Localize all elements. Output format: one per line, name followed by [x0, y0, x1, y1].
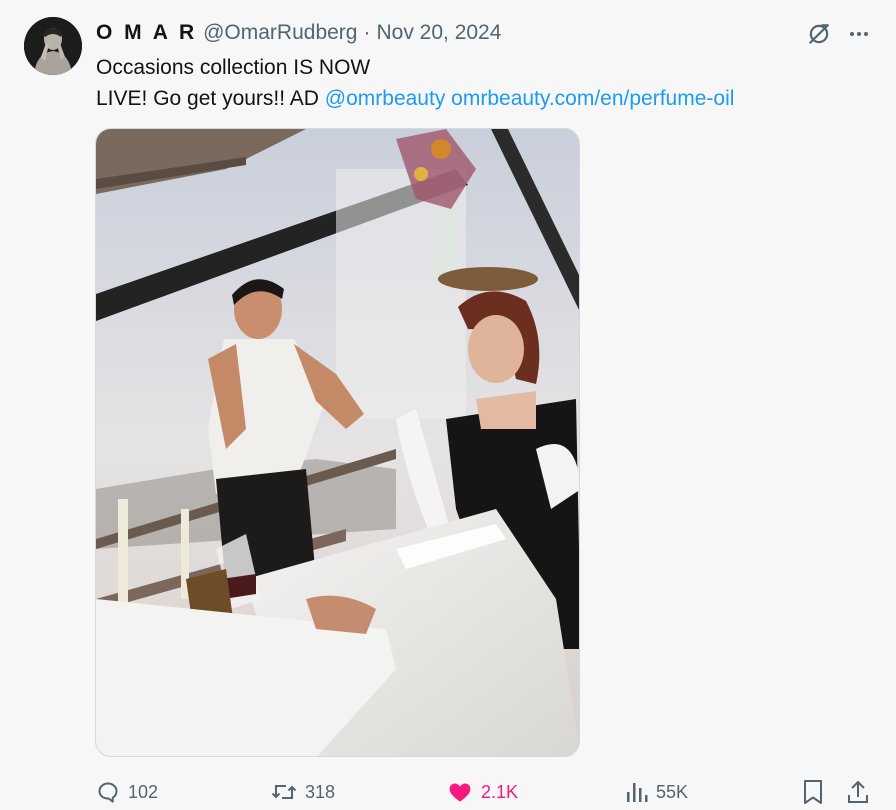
reply-icon: [98, 782, 118, 803]
reply-button[interactable]: 102: [96, 774, 158, 810]
tweet-photo[interactable]: [95, 128, 580, 757]
like-count: 2.1K: [481, 781, 519, 802]
reply-count: 102: [128, 781, 159, 802]
tweet-article[interactable]: O M A R @OmarRudberg · Nov 20, 2024 Occa…: [0, 0, 896, 810]
more-button[interactable]: [843, 19, 875, 49]
tweet-text: Occasions collection IS NOW LIVE! Go get…: [96, 52, 876, 114]
avatar-image: [24, 17, 82, 75]
display-name[interactable]: O M A R: [96, 21, 197, 45]
views-button[interactable]: 55K: [626, 774, 688, 810]
retweet-button[interactable]: 318: [271, 774, 335, 810]
mention-link[interactable]: @omrbeauty: [325, 87, 446, 110]
bookmark-button[interactable]: [802, 774, 824, 810]
retweet-icon: [271, 785, 297, 799]
separator-dot: ·: [363, 21, 371, 44]
grok-button[interactable]: [804, 19, 834, 49]
more-icon: [850, 32, 868, 36]
action-bar: 102 318 2.1K 55K: [0, 774, 896, 810]
avatar[interactable]: [24, 17, 82, 75]
grok-icon: [809, 24, 829, 44]
share-icon: [848, 780, 868, 803]
like-button[interactable]: 2.1K: [447, 774, 518, 810]
share-button[interactable]: [846, 774, 870, 810]
url-link[interactable]: omrbeauty.com/en/perfume-oil: [451, 87, 734, 110]
heart-icon: [449, 783, 471, 802]
user-handle[interactable]: @OmarRudberg: [203, 21, 357, 45]
tweet-header: O M A R @OmarRudberg · Nov 20, 2024: [96, 20, 501, 46]
retweet-count: 318: [305, 781, 336, 802]
photo-image: [96, 129, 579, 756]
tweet-text-body: LIVE! Go get yours!! AD: [96, 87, 325, 110]
view-count: 55K: [656, 781, 689, 802]
tweet-text-line-1: Occasions collection IS NOW: [96, 56, 371, 79]
tweet-text-line-2: LIVE! Go get yours!! AD @omrbeauty omrbe…: [96, 83, 876, 114]
tweet-date[interactable]: Nov 20, 2024: [376, 21, 501, 45]
views-icon: [627, 783, 648, 802]
bookmark-icon: [804, 780, 822, 804]
